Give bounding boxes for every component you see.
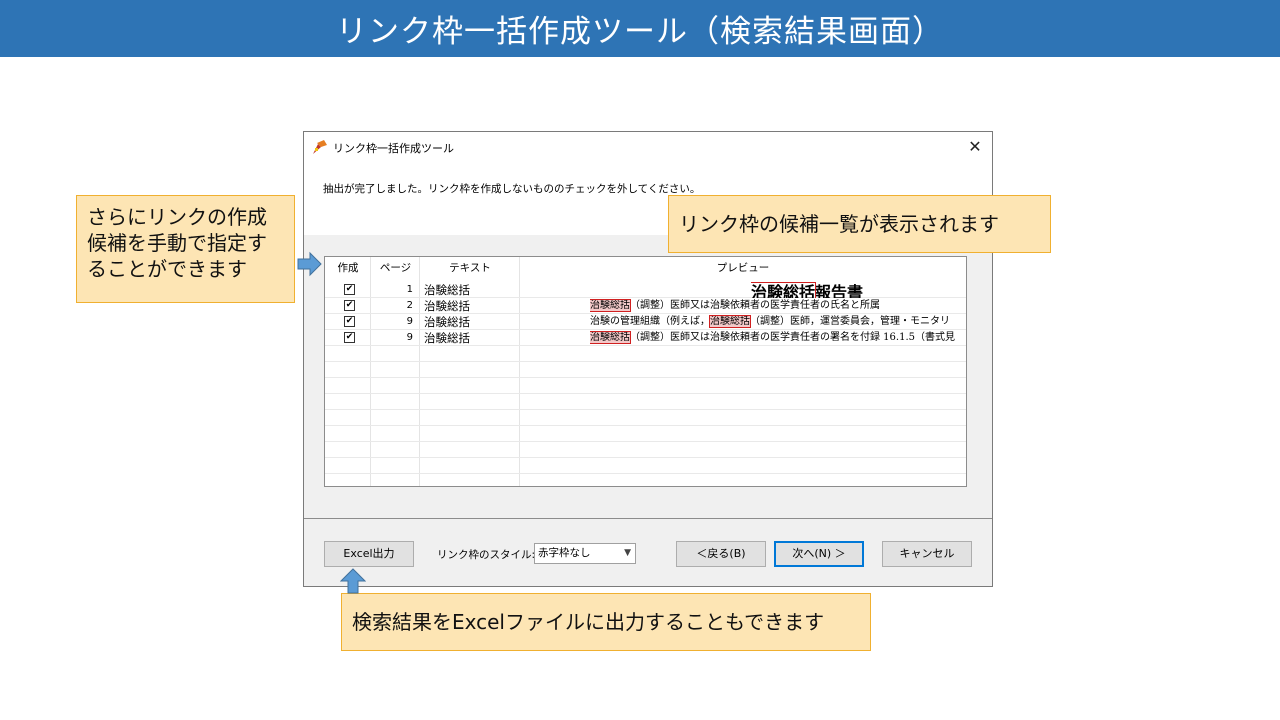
empty-row (325, 442, 966, 458)
empty-row (325, 426, 966, 442)
preview-text: 治験総括（調整）医師又は治験依頼者の医学責任者の署名を付録 16.1.5（書式見 (590, 330, 966, 346)
preview-prefix: 治験の管理組織（例えば， (590, 316, 710, 327)
slide: リンク枠一括作成ツール（検索結果画面） リンク枠一括作成ツール ✕ 抽出が完了し… (0, 0, 1280, 720)
chevron-down-icon: ▼ (624, 548, 631, 558)
create-checkbox[interactable]: ✔ (344, 332, 355, 343)
link-style-select[interactable]: 赤字枠なし ▼ (534, 543, 636, 564)
page-title: リンク枠一括作成ツール（検索結果画面） (0, 0, 1280, 57)
page-number: 9 (406, 316, 413, 327)
cancel-button[interactable]: キャンセル (882, 541, 972, 567)
empty-row (325, 394, 966, 410)
dialog-title: リンク枠一括作成ツール (333, 142, 454, 155)
preview-heading: 治験総括報告書 (751, 279, 863, 298)
list-header: 作成 ページ テキスト プレビュー (325, 257, 966, 279)
create-checkbox[interactable]: ✔ (344, 300, 355, 311)
empty-row (325, 410, 966, 426)
create-checkbox[interactable]: ✔ (344, 284, 355, 295)
preview-highlight: 治験総括 (751, 282, 817, 298)
results-list[interactable]: 作成 ページ テキスト プレビュー ✔ 1 治験総括 治験総括報告書 ✔ 2 治… (324, 256, 967, 487)
callout-candidate-list: リンク枠の候補一覧が表示されます (668, 195, 1051, 253)
next-button[interactable]: 次へ(N) ＞ (774, 541, 864, 567)
callout-manual-candidates: さらにリンクの作成候補を手動で指定することができます (76, 195, 295, 303)
empty-row (325, 378, 966, 394)
link-style-label: リンク枠のスタイル: (437, 549, 536, 561)
arrow-up-icon (340, 568, 366, 594)
app-icon (313, 140, 327, 154)
preview-highlight: 治験総括 (590, 299, 631, 312)
page-number: 2 (406, 300, 413, 311)
table-row[interactable]: ✔ 1 治験総括 (325, 282, 966, 298)
preview-highlight: 治験総括 (709, 315, 751, 328)
preview-suffix: 報告書 (815, 283, 864, 298)
match-text: 治験総括 (424, 283, 470, 297)
match-text: 治験総括 (424, 315, 470, 329)
header-text[interactable]: テキスト (420, 260, 520, 275)
match-text: 治験総括 (424, 331, 470, 345)
header-preview[interactable]: プレビュー (520, 260, 966, 275)
close-icon[interactable]: ✕ (964, 136, 986, 158)
preview-text: 治験総括（調整）医師又は治験依頼者の医学責任者の氏名と所属 (590, 298, 966, 314)
match-text: 治験総括 (424, 299, 470, 313)
preview-highlight: 治験総括 (590, 331, 631, 344)
back-button[interactable]: ＜戻る(B) (676, 541, 766, 567)
preview-text: 治験の管理組織（例えば，治験総括（調整）医師，運営委員会，管理・モニタリ (590, 314, 966, 330)
empty-row (325, 362, 966, 378)
table-row[interactable]: ✔ 9 治験総括 治験の管理組織（例えば，治験総括（調整）医師，運営委員会，管理… (325, 314, 966, 330)
empty-row (325, 458, 966, 474)
arrow-right-icon (297, 251, 322, 277)
page-number: 9 (406, 332, 413, 343)
preview-suffix: （調整）医師又は治験依頼者の医学責任者の署名を付録 16.1.5（書式見 (630, 332, 955, 343)
callout-excel-export: 検索結果をExcelファイルに出力することもできます (341, 593, 871, 651)
excel-export-button[interactable]: Excel出力 (324, 541, 414, 567)
header-create[interactable]: 作成 (325, 260, 371, 275)
table-row[interactable]: ✔ 9 治験総括 治験総括（調整）医師又は治験依頼者の医学責任者の署名を付録 1… (325, 330, 966, 346)
table-row[interactable]: ✔ 2 治験総括 治験総括（調整）医師又は治験依頼者の医学責任者の氏名と所属 (325, 298, 966, 314)
preview-suffix: （調整）医師，運営委員会，管理・モニタリ (750, 316, 950, 327)
dialog-titlebar[interactable]: リンク枠一括作成ツール ✕ (304, 132, 992, 162)
create-checkbox[interactable]: ✔ (344, 316, 355, 327)
instruction-text: 抽出が完了しました。リンク枠を作成しないもののチェックを外してください。 (323, 183, 701, 195)
link-style-value: 赤字枠なし (538, 547, 591, 559)
page-number: 1 (406, 284, 413, 295)
dialog-footer: Excel出力 リンク枠のスタイル: 赤字枠なし ▼ ＜戻る(B) 次へ(N) … (304, 518, 992, 586)
empty-row (325, 346, 966, 362)
header-page[interactable]: ページ (371, 260, 420, 275)
preview-suffix: （調整）医師又は治験依頼者の医学責任者の氏名と所属 (630, 300, 880, 311)
